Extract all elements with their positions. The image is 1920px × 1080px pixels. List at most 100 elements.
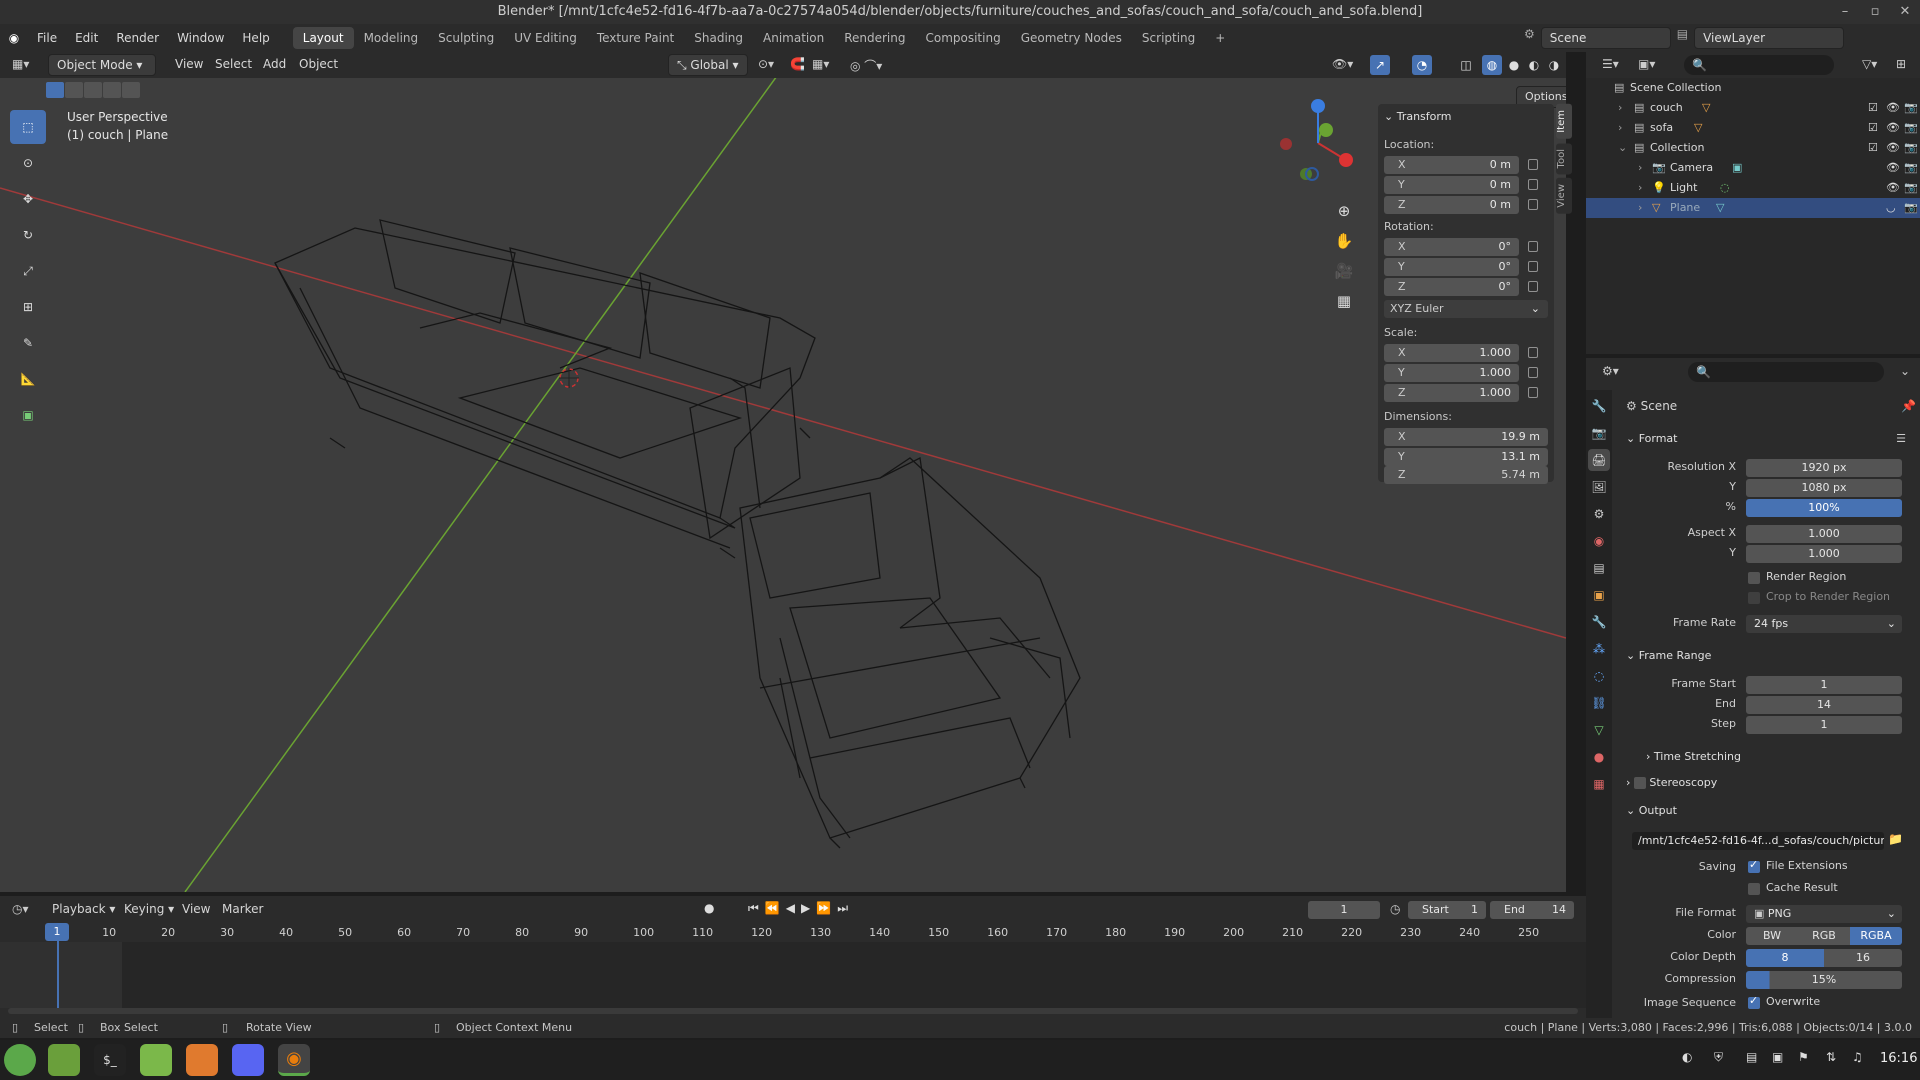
- transform-panel-header[interactable]: ⌄ Transform: [1384, 110, 1451, 123]
- collapse-arrow-icon[interactable]: ⌄: [1618, 138, 1627, 158]
- tab-rendering[interactable]: Rendering: [834, 27, 915, 49]
- proportional-edit-icon[interactable]: ◎ ⌒▾: [850, 57, 882, 74]
- file-extensions-checkbox[interactable]: [1748, 858, 1760, 873]
- rotation-y-field[interactable]: Y 0°: [1384, 258, 1519, 276]
- outliner-row-light[interactable]: › 💡 Light ◌ 👁 📷: [1586, 178, 1920, 198]
- properties-options-icon[interactable]: ⌄: [1900, 364, 1910, 378]
- rotate-tool-icon[interactable]: ↻: [10, 218, 46, 252]
- menu-file[interactable]: File: [28, 24, 66, 52]
- lock-icon[interactable]: [1528, 179, 1538, 190]
- crop-region-checkbox[interactable]: [1748, 592, 1760, 604]
- outliner-search-input[interactable]: 🔍: [1684, 55, 1834, 75]
- world-tab-icon[interactable]: ◉: [1588, 530, 1610, 552]
- transform-tool-icon[interactable]: ⊞: [10, 290, 46, 324]
- play-icon[interactable]: ▶: [801, 901, 816, 915]
- select-intersect-icon[interactable]: [122, 82, 140, 98]
- overlay-toggle-icon[interactable]: ◔: [1412, 55, 1432, 75]
- resolution-percent-slider[interactable]: 100%: [1746, 499, 1902, 517]
- filter-icon[interactable]: ▽▾: [1862, 57, 1877, 71]
- scene-tab-icon[interactable]: ⚙: [1588, 503, 1610, 525]
- timeline-menu-marker[interactable]: Marker: [222, 902, 263, 916]
- ortho-grid-icon[interactable]: ▦: [1334, 286, 1354, 316]
- next-keyframe-icon[interactable]: ⏩: [816, 901, 837, 915]
- tab-sculpting[interactable]: Sculpting: [428, 27, 504, 49]
- tool-tab-icon[interactable]: 🔧: [1588, 395, 1610, 417]
- properties-search-input[interactable]: 🔍: [1688, 362, 1884, 382]
- blender-app-icon[interactable]: ◉: [278, 1044, 310, 1076]
- new-collection-icon[interactable]: ⊞: [1896, 57, 1906, 71]
- select-invert-icon[interactable]: [103, 82, 121, 98]
- dimensions-z-field[interactable]: Z 5.74 m: [1384, 466, 1548, 484]
- expand-arrow-icon[interactable]: ›: [1638, 178, 1642, 198]
- render-camera-icon[interactable]: 📷: [1904, 198, 1918, 218]
- texture-tab-icon[interactable]: ▦: [1588, 773, 1610, 795]
- dimensions-y-field[interactable]: Y 13.1 m: [1384, 448, 1548, 466]
- volume-tray-icon[interactable]: ♫: [1852, 1050, 1863, 1064]
- snap-target-icon[interactable]: ▦▾: [812, 57, 829, 71]
- color-bw-option[interactable]: BW: [1746, 927, 1798, 945]
- language-flag-icon[interactable]: ⚑: [1798, 1050, 1809, 1064]
- 3d-viewport[interactable]: User Perspective (1) couch | Plane Optio…: [0, 78, 1566, 892]
- pan-hand-icon[interactable]: ✋: [1334, 226, 1354, 256]
- rotation-mode-dropdown[interactable]: XYZ Euler ⌄: [1384, 300, 1548, 318]
- jump-end-icon[interactable]: ⏭: [837, 901, 854, 915]
- stereoscopy-section-header[interactable]: › Stereoscopy: [1626, 772, 1914, 794]
- outliner-row-collection[interactable]: ⌄ ▤ Collection ☑ 👁 📷: [1586, 138, 1920, 158]
- dimensions-x-field[interactable]: X 19.9 m: [1384, 428, 1548, 446]
- material-tab-icon[interactable]: ●: [1588, 746, 1610, 768]
- outliner-row-sofa[interactable]: › ▤ sofa ▽ ☑ 👁 📷: [1586, 118, 1920, 138]
- viewport-menu-select[interactable]: Select: [206, 50, 261, 78]
- current-frame-field[interactable]: 1: [1308, 901, 1380, 919]
- menu-render[interactable]: Render: [107, 24, 168, 52]
- expand-arrow-icon[interactable]: ›: [1638, 158, 1642, 178]
- sidebar-tab-view[interactable]: View: [1556, 178, 1572, 214]
- mode-selector[interactable]: Object Mode ▾: [48, 54, 156, 76]
- collection-tab-icon[interactable]: ▤: [1588, 557, 1610, 579]
- render-tab-icon[interactable]: 📷: [1588, 422, 1610, 444]
- scale-z-field[interactable]: Z 1.000: [1384, 384, 1519, 402]
- prev-keyframe-icon[interactable]: ⏪: [765, 901, 786, 915]
- editor-type-icon[interactable]: ▦▾: [12, 57, 29, 71]
- tab-geometry-nodes[interactable]: Geometry Nodes: [1011, 27, 1132, 49]
- pin-icon[interactable]: 📌: [1901, 396, 1916, 416]
- hidden-eye-icon[interactable]: ◡: [1886, 198, 1896, 218]
- menu-edit[interactable]: Edit: [66, 24, 107, 52]
- exclude-checkbox-icon[interactable]: ☑: [1868, 98, 1878, 118]
- network-tray-icon[interactable]: ⇅: [1826, 1050, 1836, 1064]
- clipboard-tray-icon[interactable]: ▤: [1746, 1050, 1757, 1064]
- outliner-row-camera[interactable]: › 📷 Camera ▣ 👁 📷: [1586, 158, 1920, 178]
- rotation-x-field[interactable]: X 0°: [1384, 238, 1519, 256]
- playhead-frame-badge[interactable]: 1: [45, 923, 69, 941]
- render-camera-icon[interactable]: 📷: [1904, 138, 1918, 158]
- step-field[interactable]: 1: [1746, 716, 1902, 734]
- minimize-icon[interactable]: –: [1830, 0, 1860, 24]
- material-shading-icon[interactable]: ◐: [1524, 55, 1544, 75]
- timeline-scrollbar[interactable]: [8, 1008, 1578, 1014]
- aspect-y-field[interactable]: 1.000: [1746, 545, 1902, 563]
- menu-window[interactable]: Window: [168, 24, 233, 52]
- select-new-icon[interactable]: [46, 82, 64, 98]
- timeline-menu-keying[interactable]: Keying ▾: [124, 902, 174, 916]
- view-layer-tab-icon[interactable]: 🖼: [1588, 476, 1610, 498]
- lock-icon[interactable]: [1528, 241, 1538, 252]
- start-frame-field[interactable]: Start 1: [1408, 901, 1486, 919]
- gizmo-toggle-icon[interactable]: ↗: [1370, 55, 1390, 75]
- data-tab-icon[interactable]: ▽: [1588, 719, 1610, 741]
- discord-tray-icon[interactable]: ◐: [1682, 1050, 1692, 1064]
- cache-result-checkbox[interactable]: [1748, 883, 1760, 895]
- eye-icon[interactable]: 👁: [1886, 178, 1900, 198]
- format-section-header[interactable]: ⌄ Format ☰: [1626, 428, 1914, 450]
- wireframe-shading-icon[interactable]: ◍: [1482, 55, 1502, 75]
- eye-icon[interactable]: 👁: [1886, 158, 1900, 178]
- presets-icon[interactable]: ☰: [1896, 428, 1906, 450]
- discord-app-icon[interactable]: [232, 1044, 264, 1076]
- rendered-shading-icon[interactable]: ◑: [1544, 55, 1564, 75]
- render-camera-icon[interactable]: 📷: [1904, 98, 1918, 118]
- render-region-checkbox[interactable]: [1748, 572, 1760, 584]
- exclude-checkbox-icon[interactable]: ☑: [1868, 118, 1878, 138]
- files-app-icon[interactable]: [48, 1044, 80, 1076]
- viewport-menu-object[interactable]: Object: [290, 50, 347, 78]
- firefox-app-icon[interactable]: [186, 1044, 218, 1076]
- frame-end-field[interactable]: 14: [1746, 696, 1902, 714]
- scene-selector[interactable]: Scene: [1540, 27, 1671, 49]
